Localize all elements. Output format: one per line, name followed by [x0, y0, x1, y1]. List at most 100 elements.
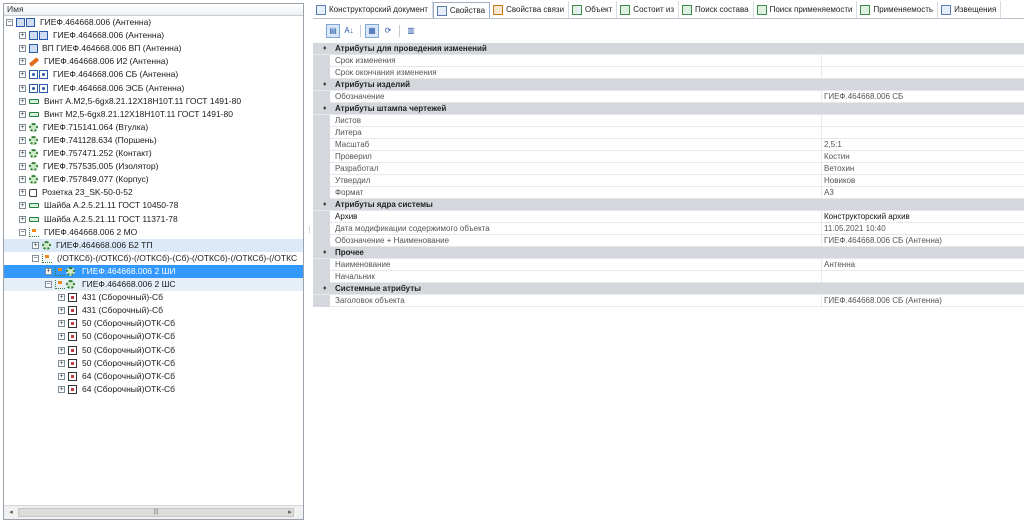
tree-node[interactable]: + ГИЕФ.715141.064 (Втулка)	[4, 121, 303, 134]
tab-5[interactable]: Состоит из	[617, 1, 680, 18]
scroll-left-arrow-icon[interactable]: ◂	[6, 508, 16, 517]
property-value[interactable]: Антенна	[821, 259, 1024, 271]
property-value[interactable]	[821, 127, 1024, 139]
tree-node[interactable]: − ГИЕФ.464668.006 2 МО	[4, 226, 303, 239]
expand-icon[interactable]: +	[19, 189, 26, 197]
property-value[interactable]: ГИЕФ.464668.006 СБ	[821, 91, 1024, 103]
expand-icon[interactable]: +	[19, 123, 26, 131]
tree-node[interactable]: + Розетка 23_SK-50-0-52	[4, 186, 303, 199]
property-value[interactable]: Ветохин	[821, 163, 1024, 175]
categorized-button[interactable]: ▤	[326, 23, 340, 38]
expand-icon[interactable]: +	[19, 97, 26, 105]
property-row[interactable]: Обозначение + Наименование ГИЕФ.464668.00…	[313, 235, 1024, 247]
tree-node[interactable]: + ГИЕФ.757471.252 (Контакт)	[4, 147, 303, 160]
collapse-category-icon[interactable]: ♦	[323, 247, 327, 259]
property-row[interactable]: Заголовок объекта ГИЕФ.464668.006 СБ (Ант…	[313, 295, 1024, 307]
collapse-icon[interactable]: −	[19, 228, 26, 236]
property-value[interactable]	[821, 55, 1024, 67]
property-value[interactable]: Костин	[821, 151, 1024, 163]
expand-icon[interactable]: +	[19, 215, 26, 223]
expand-icon[interactable]: +	[19, 136, 26, 144]
expand-icon[interactable]: +	[45, 267, 52, 275]
tree-node[interactable]: + ГИЕФ.464668.006 СБ (Антенна)	[4, 68, 303, 81]
tree-node[interactable]: + ВП ГИЕФ.464668.006 ВП (Антенна)	[4, 42, 303, 55]
collapse-icon[interactable]: −	[45, 281, 52, 288]
expand-icon[interactable]: +	[58, 359, 65, 367]
expand-icon[interactable]: +	[58, 333, 65, 341]
collapse-category-icon[interactable]: ♦	[323, 199, 327, 211]
tree-node[interactable]: +50 (Сборочный)ОТК-Сб	[4, 317, 303, 330]
tree-node[interactable]: − ГИЕФ.464668.006 2 ШС	[4, 278, 303, 291]
tree-node[interactable]: + ГИЕФ.464668.006 ЭСБ (Антенна)	[4, 82, 303, 95]
property-row[interactable]: Литера	[313, 127, 1024, 139]
collapse-category-icon[interactable]: ♦	[323, 79, 327, 91]
tab-7[interactable]: Поиск применяемости	[754, 1, 858, 18]
tree-node[interactable]: + ГИЕФ.464668.006 Б2 ТП	[4, 238, 303, 252]
property-row[interactable]: Утвердил Новиков	[313, 175, 1024, 187]
property-row[interactable]: Срок изменения	[313, 55, 1024, 67]
tree-column-header-name[interactable]: Имя	[4, 4, 303, 16]
scroll-thumb[interactable]: |||	[18, 508, 294, 517]
collapse-icon[interactable]: −	[32, 254, 39, 262]
refresh-button[interactable]: ⟳	[381, 24, 395, 38]
property-value[interactable]: 2,5:1	[821, 139, 1024, 151]
tree-node[interactable]: +431 (Сборочный)-Сб	[4, 291, 303, 304]
property-value[interactable]	[821, 271, 1024, 283]
sort-alpha-button[interactable]: A↓	[342, 24, 356, 38]
tree-node[interactable]: + ГИЕФ.741128.634 (Поршень)	[4, 134, 303, 147]
collapse-icon[interactable]: −	[6, 19, 13, 26]
property-row[interactable]: Листов	[313, 115, 1024, 127]
property-value[interactable]: ГИЕФ.464668.006 СБ (Антенна)	[821, 295, 1024, 307]
property-value[interactable]	[821, 115, 1024, 127]
tree-node[interactable]: +50 (Сборочный)ОТК-Сб	[4, 344, 303, 357]
tab-3[interactable]: Свойства связи	[490, 1, 570, 18]
tree-node[interactable]: + ГИЕФ.464668.006 И2 (Антенна)	[4, 55, 303, 68]
expand-icon[interactable]: +	[19, 110, 26, 118]
tab-9[interactable]: Извещения	[938, 1, 1002, 18]
property-value[interactable]	[821, 67, 1024, 79]
collapse-category-icon[interactable]: ♦	[323, 103, 327, 115]
tab-4[interactable]: Объект	[569, 1, 618, 18]
property-row[interactable]: Наименование Антенна	[313, 259, 1024, 271]
property-row[interactable]: Дата модификации содержимого объекта 11.0…	[313, 223, 1024, 235]
expand-icon[interactable]: +	[58, 294, 65, 302]
tree-node[interactable]: + ГИЕФ.464668.006 2 ШИ	[4, 264, 303, 278]
property-row[interactable]: Формат А3	[313, 187, 1024, 199]
expand-icon[interactable]: +	[58, 385, 65, 393]
property-category[interactable]: ♦ Атрибуты для проведения изменений	[313, 43, 1024, 55]
grid-button[interactable]: ▥	[404, 24, 418, 38]
property-value[interactable]: 11.05.2021 10:40	[821, 223, 1024, 235]
scroll-right-arrow-icon[interactable]: ▸	[285, 508, 295, 517]
panel-splitter[interactable]: ⋮	[305, 3, 313, 520]
expand-icon[interactable]: +	[19, 176, 26, 184]
expand-icon[interactable]: +	[19, 45, 26, 53]
property-value[interactable]: Новиков	[821, 175, 1024, 187]
tree-node[interactable]: + Винт А.М2,5-6gx8.21.12Х18Н10Т.11 ГОСТ 1…	[4, 95, 303, 108]
tree-node[interactable]: +64 (Сборочный)ОТК-Сб	[4, 370, 303, 383]
property-row[interactable]: Начальник	[313, 271, 1024, 283]
expand-icon[interactable]: +	[58, 320, 65, 328]
property-category[interactable]: ♦ Прочее	[313, 247, 1024, 259]
tree-node[interactable]: + ГИЕФ.757849.077 (Корпус)	[4, 173, 303, 186]
property-category[interactable]: ♦ Атрибуты изделий	[313, 79, 1024, 91]
property-category[interactable]: ♦ Атрибуты ядра системы	[313, 199, 1024, 211]
tree-node[interactable]: + ГИЕФ.464668.006 (Антенна)	[4, 29, 303, 42]
expand-icon[interactable]: +	[19, 163, 26, 171]
tab-8[interactable]: Применяемость	[857, 1, 939, 18]
tree-node[interactable]: − (/ОТКСб)-(/ОТКСб)-(/ОТКСб)-(Сб)-(/ОТКСб…	[4, 252, 303, 265]
property-category[interactable]: ♦ Системные атрибуты	[313, 283, 1024, 295]
tab-2[interactable]: Свойства	[432, 2, 491, 18]
property-row[interactable]: Разработал Ветохин	[313, 163, 1024, 175]
expand-icon[interactable]: +	[32, 241, 39, 249]
expand-icon[interactable]: +	[19, 58, 26, 66]
tree-node[interactable]: + Шайба А.2.5.21.11 ГОСТ 11371-78	[4, 213, 303, 226]
expand-icon[interactable]: +	[19, 202, 26, 210]
tree-node[interactable]: + ГИЕФ.757535.005 (Изолятор)	[4, 160, 303, 173]
property-row[interactable]: Масштаб 2,5:1	[313, 139, 1024, 151]
tree-horizontal-scrollbar[interactable]: ◂ ||| ▸	[4, 505, 303, 519]
expand-icon[interactable]: +	[19, 150, 26, 157]
property-pages-button[interactable]: ▦	[365, 23, 379, 38]
tree-node[interactable]: − ГИЕФ.464668.006 (Антенна)	[4, 16, 303, 29]
tree-node[interactable]: +50 (Сборочный)ОТК-Сб	[4, 330, 303, 343]
tree-node[interactable]: +64 (Сборочный)ОТК-Сб	[4, 383, 303, 396]
